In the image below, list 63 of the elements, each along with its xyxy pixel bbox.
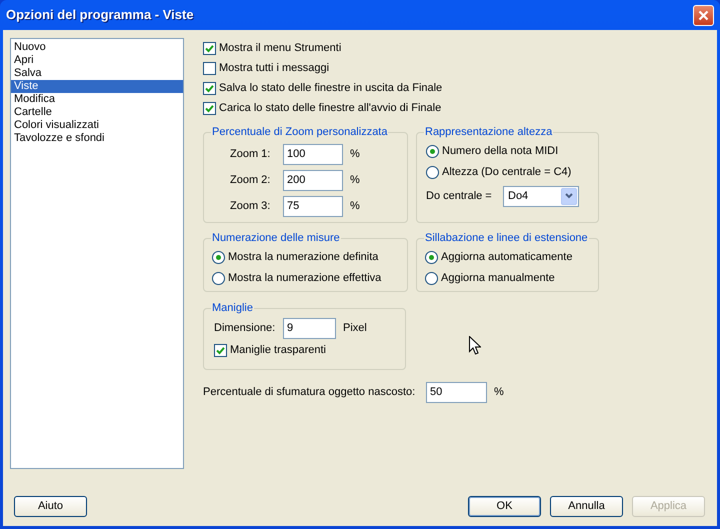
checkmark-icon [205,104,214,112]
radio-label: Mostra la numerazione definita [228,250,378,265]
group-title: Sillabazione e linee di estensione [424,231,589,246]
group-title: Numerazione delle misure [211,231,341,246]
category-item[interactable]: Tavolozze e sfondi [11,132,183,145]
checkbox-label: Mostra il menu Strumenti [219,40,342,56]
field-label: Zoom 1: [230,146,272,162]
radio-label: Mostra la numerazione effettiva [228,270,382,286]
field-label: Dimensione: [213,320,276,336]
checkbox[interactable] [203,42,216,54]
radio-label: Aggiorna automaticamente [441,250,572,265]
radio-button[interactable] [426,144,439,158]
mouse-cursor-icon [469,336,481,355]
dialog-button[interactable]: Aiuto [14,496,87,517]
dialog-button[interactable]: OK [468,496,541,517]
field-label: Zoom 2: [230,172,272,188]
window-title: Opzioni del programma - Viste [6,6,194,24]
unit-label: Pixel [343,320,367,336]
radio-button[interactable] [212,250,225,264]
radio-button[interactable] [426,166,439,178]
category-item[interactable]: Apri [11,54,183,67]
category-item[interactable]: Modifica [11,93,183,106]
checkbox[interactable] [203,82,216,94]
radio-label: Altezza (Do centrale = C4) [442,164,572,180]
field-label: Zoom 3: [230,198,272,214]
checkbox-label: Carica lo stato delle finestre all'avvio di Finale [219,100,442,116]
input-field[interactable]: 50 [426,382,487,403]
close-button[interactable] [693,4,714,26]
group-title: Maniglie [211,301,254,316]
dropdown[interactable]: Do4 [503,186,579,206]
category-item[interactable]: Cartelle [11,106,183,119]
field-label: Do centrale = [426,188,493,204]
close-icon [698,10,709,20]
checkbox-label: Mostra tutti i messaggi [219,60,330,76]
radio-button[interactable] [212,272,225,284]
checkmark-icon [205,84,214,92]
category-item[interactable]: Viste [11,80,183,93]
unit-label: % [350,172,360,188]
input-field[interactable]: 9 [283,318,336,338]
checkbox-label: Maniglie trasparenti [230,343,326,358]
dialog-button[interactable]: Annulla [550,496,623,517]
field-label: Percentuale di sfumatura oggetto nascosto: [203,385,416,400]
checkmark-icon [205,44,214,52]
checkbox[interactable] [203,62,216,74]
unit-label: % [350,146,360,162]
category-item[interactable]: Salva [11,67,183,80]
radio-button[interactable] [425,250,438,264]
input-field[interactable]: 200 [283,170,343,190]
checkbox-label: Salva lo stato delle finestre in uscita da Finale [219,80,442,96]
group-title: Percentuale di Zoom personalizzata [211,125,388,140]
category-item[interactable]: Nuovo [11,41,183,54]
input-field[interactable]: 75 [283,196,343,216]
category-item[interactable]: Colori visualizzati [11,119,183,132]
input-field[interactable]: 100 [283,144,343,164]
radio-label: Numero della nota MIDI [442,144,558,159]
checkbox[interactable] [214,344,227,357]
radio-button[interactable] [425,272,438,284]
checkmark-icon [216,346,225,355]
group-title: Rappresentazione altezza [424,125,554,140]
unit-label: % [494,385,504,400]
radio-label: Aggiorna manualmente [441,270,555,286]
checkbox[interactable] [203,102,216,114]
unit-label: % [350,198,360,214]
